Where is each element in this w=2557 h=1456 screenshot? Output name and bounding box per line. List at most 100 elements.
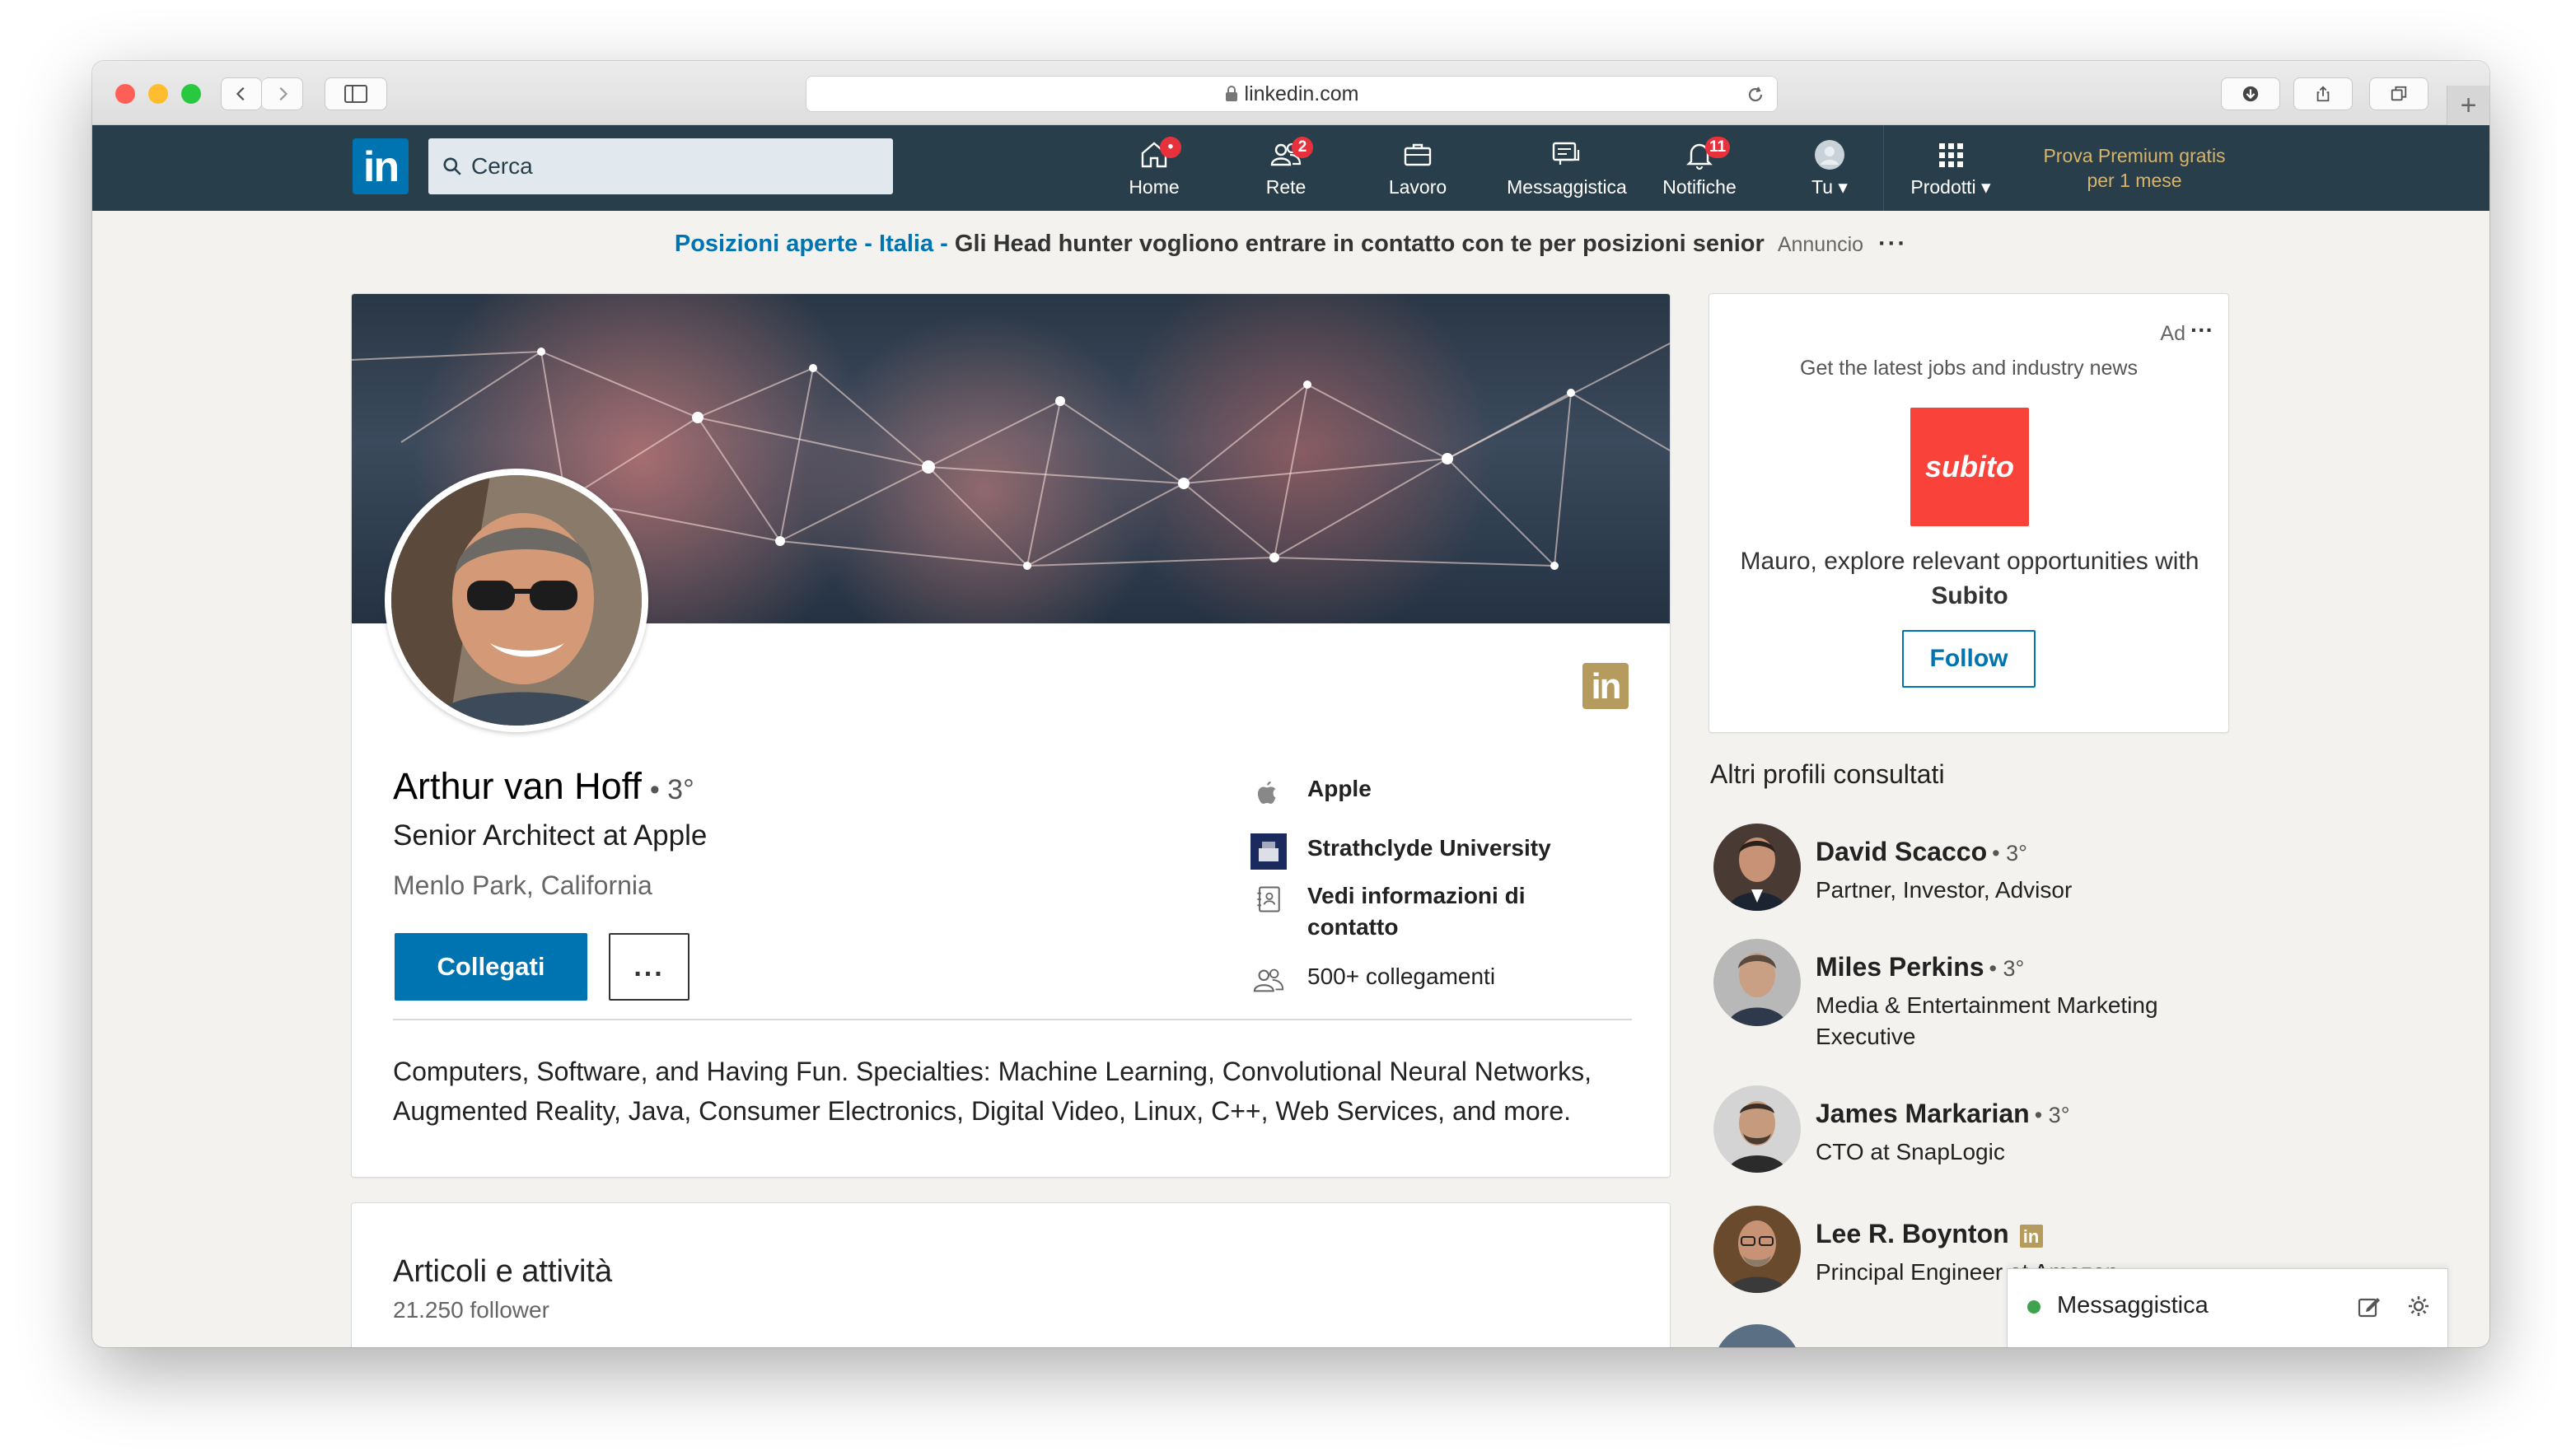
lock-icon xyxy=(1225,86,1237,101)
address-bar[interactable]: linkedin.com xyxy=(806,76,1778,112)
avatar xyxy=(1713,939,1801,1026)
tabs-overview-button[interactable] xyxy=(2369,77,2428,110)
online-status-icon xyxy=(2027,1300,2040,1314)
connect-button[interactable]: Collegati xyxy=(395,933,587,1001)
person-title: CTO at SnapLogic xyxy=(1816,1139,2005,1164)
banner-link[interactable]: Posizioni aperte - Italia - xyxy=(675,231,948,257)
school-name: Strathclyde University xyxy=(1307,835,1551,861)
linkedin-influencer-badge: in xyxy=(1582,663,1629,709)
new-tab-button[interactable]: + xyxy=(2447,86,2489,125)
sponsored-banner: Posizioni aperte - Italia - Gli Head hun… xyxy=(92,231,2489,258)
profile-avatar xyxy=(391,475,642,726)
profile-photo[interactable] xyxy=(385,469,648,732)
network-notification-badge: 2 xyxy=(1292,137,1313,158)
nav-network-label: Rete xyxy=(1265,176,1307,198)
sidebar-icon xyxy=(344,85,367,103)
nav-messaging-label: Messaggistica xyxy=(1507,176,1627,198)
connection-degree: • 3° xyxy=(649,774,694,805)
subito-logo[interactable]: subito xyxy=(1910,408,2029,526)
premium-trial-link[interactable]: Prova Premium gratis per 1 mese xyxy=(2015,143,2254,193)
share-button[interactable] xyxy=(2293,77,2353,110)
person-degree: • 3° xyxy=(1989,956,2025,981)
ad-label: Ad xyxy=(2160,322,2185,345)
banner-more-icon[interactable]: ··· xyxy=(1878,231,1907,257)
other-profiles-title: Altri profili consultati xyxy=(1710,759,1945,789)
reload-icon[interactable] xyxy=(1746,85,1765,105)
chevron-left-icon xyxy=(236,86,245,101)
notifications-badge: 11 xyxy=(1705,137,1731,158)
nav-divider xyxy=(1883,125,1884,211)
contact-info-line-2: contatto xyxy=(1307,914,1399,940)
browser-window: linkedin.com + in Cerca Home • Rete 2 La… xyxy=(92,61,2489,1347)
ad-tagline: Get the latest jobs and industry news xyxy=(1800,357,2138,380)
influencer-badge-icon: in xyxy=(2019,1224,2043,1248)
person-name-row: David Scacco • 3° xyxy=(1816,837,2027,867)
education-school[interactable]: Strathclyde University xyxy=(1250,833,1551,870)
nav-home[interactable]: Home • xyxy=(1117,137,1191,203)
avatar-icon xyxy=(1815,140,1844,170)
nav-notifications[interactable]: Notifiche 11 xyxy=(1638,137,1761,203)
messaging-label: Messaggistica xyxy=(2057,1292,2209,1318)
list-item[interactable]: James Markarian • 3° CTO at SnapLogic xyxy=(1709,1085,2219,1192)
ad-more-icon[interactable]: ··· xyxy=(2190,317,2213,343)
nav-jobs[interactable]: Lavoro xyxy=(1381,137,1455,203)
search-input[interactable]: Cerca xyxy=(428,138,893,194)
profile-name: Arthur van Hoff xyxy=(393,765,642,807)
list-item[interactable]: David Scacco • 3° Partner, Investor, Advi… xyxy=(1709,824,2219,931)
current-company[interactable]: Apple xyxy=(1250,773,1372,811)
ad-brand-name: Subito xyxy=(1931,582,2008,609)
zoom-window-button[interactable] xyxy=(181,84,201,104)
apple-logo-icon xyxy=(1250,773,1288,811)
tabs-icon xyxy=(2391,86,2407,101)
profile-name-row: Arthur van Hoff • 3° xyxy=(393,765,694,808)
avatar xyxy=(1713,1324,1801,1347)
person-name-row: Miles Perkins • 3° xyxy=(1816,952,2024,982)
contact-info-link[interactable]: Vedi informazioni di contatto xyxy=(1250,880,1525,943)
share-icon xyxy=(2316,86,2330,102)
contact-card-icon xyxy=(1250,880,1288,918)
chevron-right-icon xyxy=(278,86,287,101)
nav-me[interactable]: Tu ▾ xyxy=(1784,137,1875,203)
articles-activity-card: Articoli e attività 21.250 follower xyxy=(351,1202,1671,1347)
compose-icon[interactable] xyxy=(2357,1294,2382,1318)
banner-message[interactable]: Gli Head hunter vogliono entrare in cont… xyxy=(955,231,1765,257)
person-name: Lee R. Boynton xyxy=(1816,1219,2009,1248)
gear-icon[interactable] xyxy=(2406,1294,2431,1318)
school-logo-icon xyxy=(1250,833,1288,870)
people-icon xyxy=(1250,961,1288,999)
person-title: Partner, Investor, Advisor xyxy=(1816,877,2073,903)
profile-summary: Computers, Software, and Having Fun. Spe… xyxy=(393,1057,1592,1126)
downloads-button[interactable] xyxy=(2221,77,2280,110)
minimize-window-button[interactable] xyxy=(148,84,168,104)
nav-messaging[interactable]: Messaggistica xyxy=(1476,137,1657,203)
search-icon xyxy=(443,157,461,175)
company-name: Apple xyxy=(1307,776,1372,801)
follow-button[interactable]: Follow xyxy=(1902,630,2036,688)
person-photo-image xyxy=(391,475,642,726)
avatar xyxy=(1713,1206,1801,1293)
sponsored-ad-card: Ad ··· Get the latest jobs and industry … xyxy=(1709,293,2229,733)
premium-line-1: Prova Premium gratis xyxy=(2043,145,2226,166)
back-button[interactable] xyxy=(221,77,262,110)
nav-products[interactable]: Prodotti ▾ xyxy=(1893,137,2008,203)
profile-headline: Senior Architect at Apple xyxy=(393,819,708,852)
person-name-row: Lee R. Boynton in xyxy=(1816,1219,2043,1249)
close-window-button[interactable] xyxy=(115,84,135,104)
nav-jobs-label: Lavoro xyxy=(1388,176,1447,198)
more-actions-button[interactable]: ... xyxy=(609,933,690,1001)
followers-count[interactable]: 21.250 follower xyxy=(393,1297,549,1323)
banner-ad-tag: Annuncio xyxy=(1777,233,1864,256)
sidebar-toggle-button[interactable] xyxy=(325,77,387,110)
messaging-widget[interactable]: Messaggistica xyxy=(2007,1268,2448,1347)
linkedin-logo[interactable]: in xyxy=(353,138,409,194)
forward-button[interactable] xyxy=(262,77,303,110)
messaging-icon xyxy=(1552,142,1580,165)
list-item[interactable]: Miles Perkins • 3° Media & Entertainment … xyxy=(1709,939,2219,1049)
connections-count[interactable]: 500+ collegamenti xyxy=(1250,961,1495,999)
person-name: David Scacco xyxy=(1816,837,1988,866)
nav-network[interactable]: Rete 2 xyxy=(1249,137,1323,203)
avatar xyxy=(1713,824,1801,911)
nav-home-label: Home xyxy=(1129,176,1180,198)
person-degree: • 3° xyxy=(2034,1103,2070,1127)
person-name: James Markarian xyxy=(1816,1099,2030,1128)
